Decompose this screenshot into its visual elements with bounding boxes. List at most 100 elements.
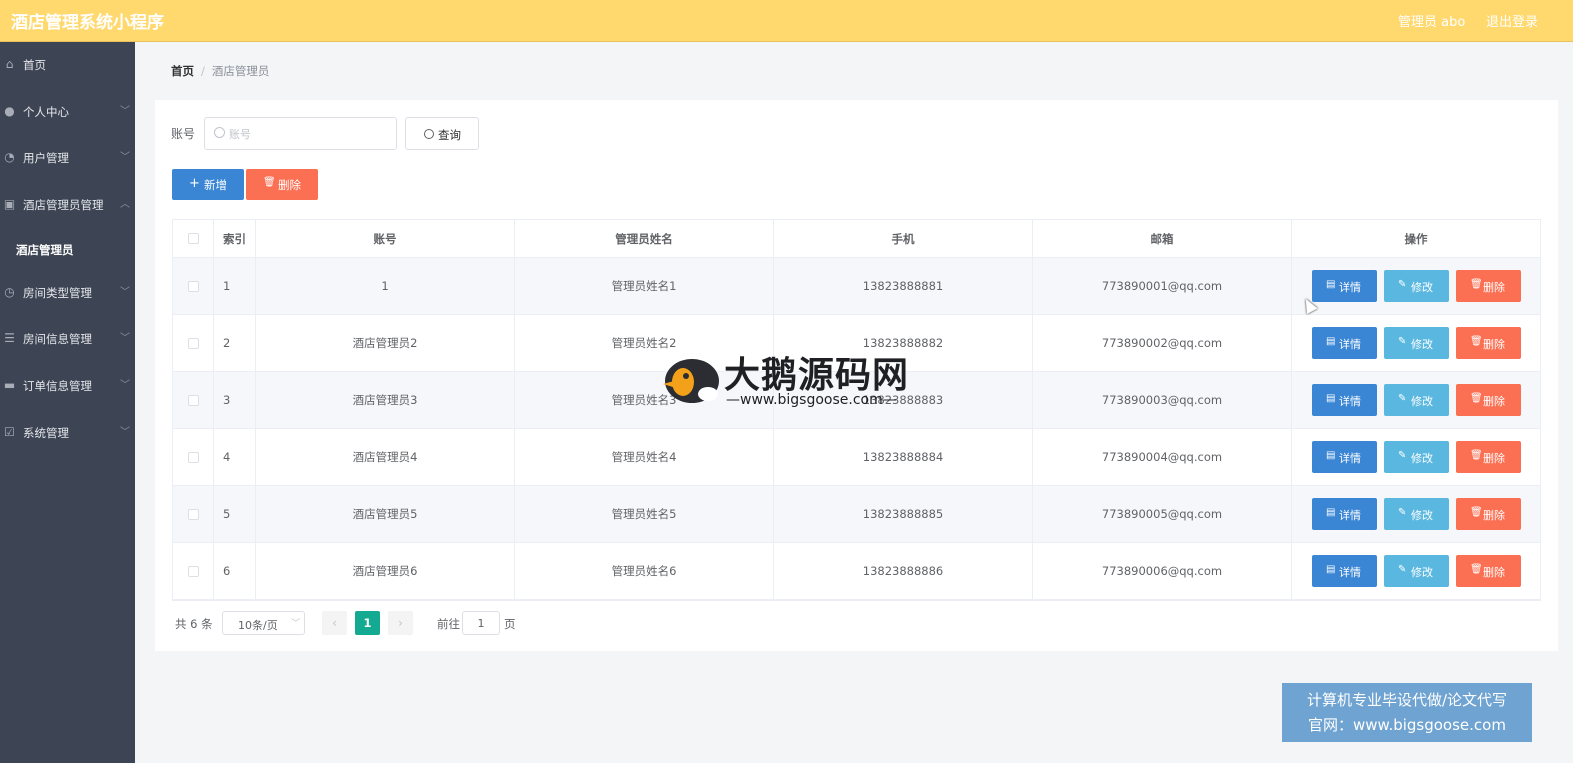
- cell-actions: ▤ 详情 ✎ 修改 🗑 删除: [1292, 543, 1540, 599]
- checkbox[interactable]: [187, 394, 199, 406]
- cell-name: 管理员姓名1: [515, 258, 774, 314]
- delete-button[interactable]: 🗑 删除: [1456, 555, 1521, 587]
- cell-phone: 13823888881: [774, 258, 1033, 314]
- edit-button[interactable]: ✎ 修改: [1384, 555, 1449, 587]
- sidebar-item-room-type[interactable]: ◷ 房间类型管理 ﹀: [0, 270, 135, 316]
- cell-email: 773890002@qq.com: [1033, 315, 1292, 371]
- document-icon: ▤: [1326, 564, 1336, 575]
- table-row: 4 酒店管理员4 管理员姓名4 13823888884 773890004@qq…: [173, 429, 1540, 486]
- checkbox[interactable]: [187, 233, 199, 244]
- cell-account: 酒店管理员2: [256, 315, 515, 371]
- edit-button[interactable]: ✎ 修改: [1384, 270, 1449, 302]
- chevron-down-icon: ﹀: [120, 106, 130, 117]
- watermark-subtitle: —www.bigsgoose.com—: [726, 392, 897, 408]
- chevron-down-icon: ﹀: [120, 287, 130, 298]
- document-icon: ▤: [1326, 450, 1336, 461]
- detail-button[interactable]: ▤ 详情: [1312, 270, 1377, 302]
- sidebar: ⌂ 首页 ● 个人中心 ﹀ ◔ 用户管理 ﹀ ▣ 酒店管理员管理 ︿ 酒店管理员…: [0, 42, 135, 763]
- cell-index: 2: [214, 315, 256, 371]
- sidebar-item-system[interactable]: ☑ 系统管理 ﹀: [0, 410, 135, 456]
- cell-email: 773890003@qq.com: [1033, 372, 1292, 428]
- table-row: 1 1 管理员姓名1 13823888881 773890001@qq.com …: [173, 258, 1540, 315]
- edit-button-label: 修改: [1411, 452, 1433, 465]
- add-button-label: 新增: [204, 178, 227, 192]
- goto-label: 前往: [437, 617, 460, 631]
- checkbox[interactable]: [187, 280, 199, 292]
- cell-email: 773890006@qq.com: [1033, 543, 1292, 599]
- detail-button[interactable]: ▤ 详情: [1312, 555, 1377, 587]
- row-select[interactable]: [173, 315, 214, 371]
- edit-button-label: 修改: [1411, 395, 1433, 408]
- search-input[interactable]: [229, 124, 389, 144]
- header-select-all[interactable]: [173, 220, 214, 257]
- delete-button[interactable]: 🗑 删除: [1456, 327, 1521, 359]
- row-select[interactable]: [173, 486, 214, 542]
- page-size-select[interactable]: 10条/页 ﹀: [222, 611, 305, 635]
- pencil-icon: ✎: [1398, 279, 1407, 290]
- detail-button[interactable]: ▤ 详情: [1312, 384, 1377, 416]
- checkbox[interactable]: [187, 337, 199, 349]
- delete-button[interactable]: 🗑 删除: [1456, 384, 1521, 416]
- checkbox[interactable]: [187, 508, 199, 520]
- detail-button[interactable]: ▤ 详情: [1312, 498, 1377, 530]
- chevron-down-icon: ﹀: [120, 427, 130, 438]
- cell-actions: ▤ 详情 ✎ 修改 🗑 删除: [1292, 372, 1540, 428]
- add-button[interactable]: + 新增: [172, 169, 244, 200]
- logout-link[interactable]: 退出登录: [1486, 11, 1538, 30]
- trash-icon: 🗑: [1470, 393, 1483, 404]
- sidebar-item-orders[interactable]: ▬ 订单信息管理 ﹀: [0, 363, 135, 409]
- sidebar-item-room-info[interactable]: ☰ 房间信息管理 ﹀: [0, 316, 135, 362]
- delete-button-label: 删除: [1483, 452, 1505, 465]
- delete-button[interactable]: 🗑 删除: [1456, 270, 1521, 302]
- sidebar-subitem-label: 酒店管理员: [16, 243, 74, 257]
- pencil-icon: ✎: [1398, 564, 1407, 575]
- sidebar-item-personal[interactable]: ● 个人中心 ﹀: [0, 89, 135, 135]
- trash-icon: 🗑: [263, 177, 276, 188]
- batch-delete-button[interactable]: 🗑 删除: [246, 169, 318, 200]
- checkbox[interactable]: [187, 565, 199, 577]
- delete-button[interactable]: 🗑 删除: [1456, 441, 1521, 473]
- delete-button[interactable]: 🗑 删除: [1456, 498, 1521, 530]
- delete-button-label: 删除: [1483, 509, 1505, 522]
- row-select[interactable]: [173, 429, 214, 485]
- edit-button[interactable]: ✎ 修改: [1384, 441, 1449, 473]
- goto-suffix: 页: [504, 617, 516, 631]
- delete-button-label: 删除: [1483, 338, 1505, 351]
- edit-button[interactable]: ✎ 修改: [1384, 384, 1449, 416]
- cell-account: 酒店管理员6: [256, 543, 515, 599]
- edit-button[interactable]: ✎ 修改: [1384, 498, 1449, 530]
- checkbox[interactable]: [187, 451, 199, 463]
- breadcrumb-home[interactable]: 首页: [171, 64, 194, 78]
- row-select[interactable]: [173, 543, 214, 599]
- sidebar-subitem-hotel-admin[interactable]: 酒店管理员: [0, 228, 135, 270]
- chevron-up-icon: ︿: [120, 199, 130, 210]
- cell-actions: ▤ 详情 ✎ 修改 🗑 删除: [1292, 486, 1540, 542]
- sidebar-item-label: 订单信息管理: [23, 379, 92, 393]
- cell-account: 酒店管理员4: [256, 429, 515, 485]
- prev-page-button[interactable]: ‹: [322, 611, 347, 635]
- home-icon: ⌂: [5, 57, 14, 71]
- current-user: 管理员 abo: [1398, 15, 1466, 30]
- detail-button[interactable]: ▤ 详情: [1312, 441, 1377, 473]
- pagination-total: 共 6 条: [175, 617, 213, 631]
- query-button[interactable]: 查询: [405, 117, 479, 150]
- app-title: 酒店管理系统小程序: [11, 13, 164, 33]
- row-select[interactable]: [173, 372, 214, 428]
- next-page-button[interactable]: ›: [388, 611, 413, 635]
- top-header: 酒店管理系统小程序 管理员 abo 退出登录: [0, 0, 1573, 42]
- trash-icon: 🗑: [1470, 564, 1483, 575]
- sidebar-item-users[interactable]: ◔ 用户管理 ﹀: [0, 135, 135, 181]
- row-select[interactable]: [173, 258, 214, 314]
- chevron-down-icon: ﹀: [120, 152, 130, 163]
- search-field[interactable]: [204, 117, 397, 150]
- promo-banner: 计算机专业毕设代做/论文代写 官网：www.bigsgoose.com: [1282, 683, 1532, 742]
- cell-phone: 13823888886: [774, 543, 1033, 599]
- sidebar-item-home[interactable]: ⌂ 首页: [0, 42, 135, 88]
- sidebar-item-hotel-admin[interactable]: ▣ 酒店管理员管理 ︿: [0, 182, 135, 228]
- detail-button[interactable]: ▤ 详情: [1312, 327, 1377, 359]
- cell-email: 773890005@qq.com: [1033, 486, 1292, 542]
- edit-button[interactable]: ✎ 修改: [1384, 327, 1449, 359]
- page-number-current[interactable]: 1: [355, 611, 380, 635]
- goto-page-input[interactable]: [462, 611, 500, 635]
- cell-phone: 13823888884: [774, 429, 1033, 485]
